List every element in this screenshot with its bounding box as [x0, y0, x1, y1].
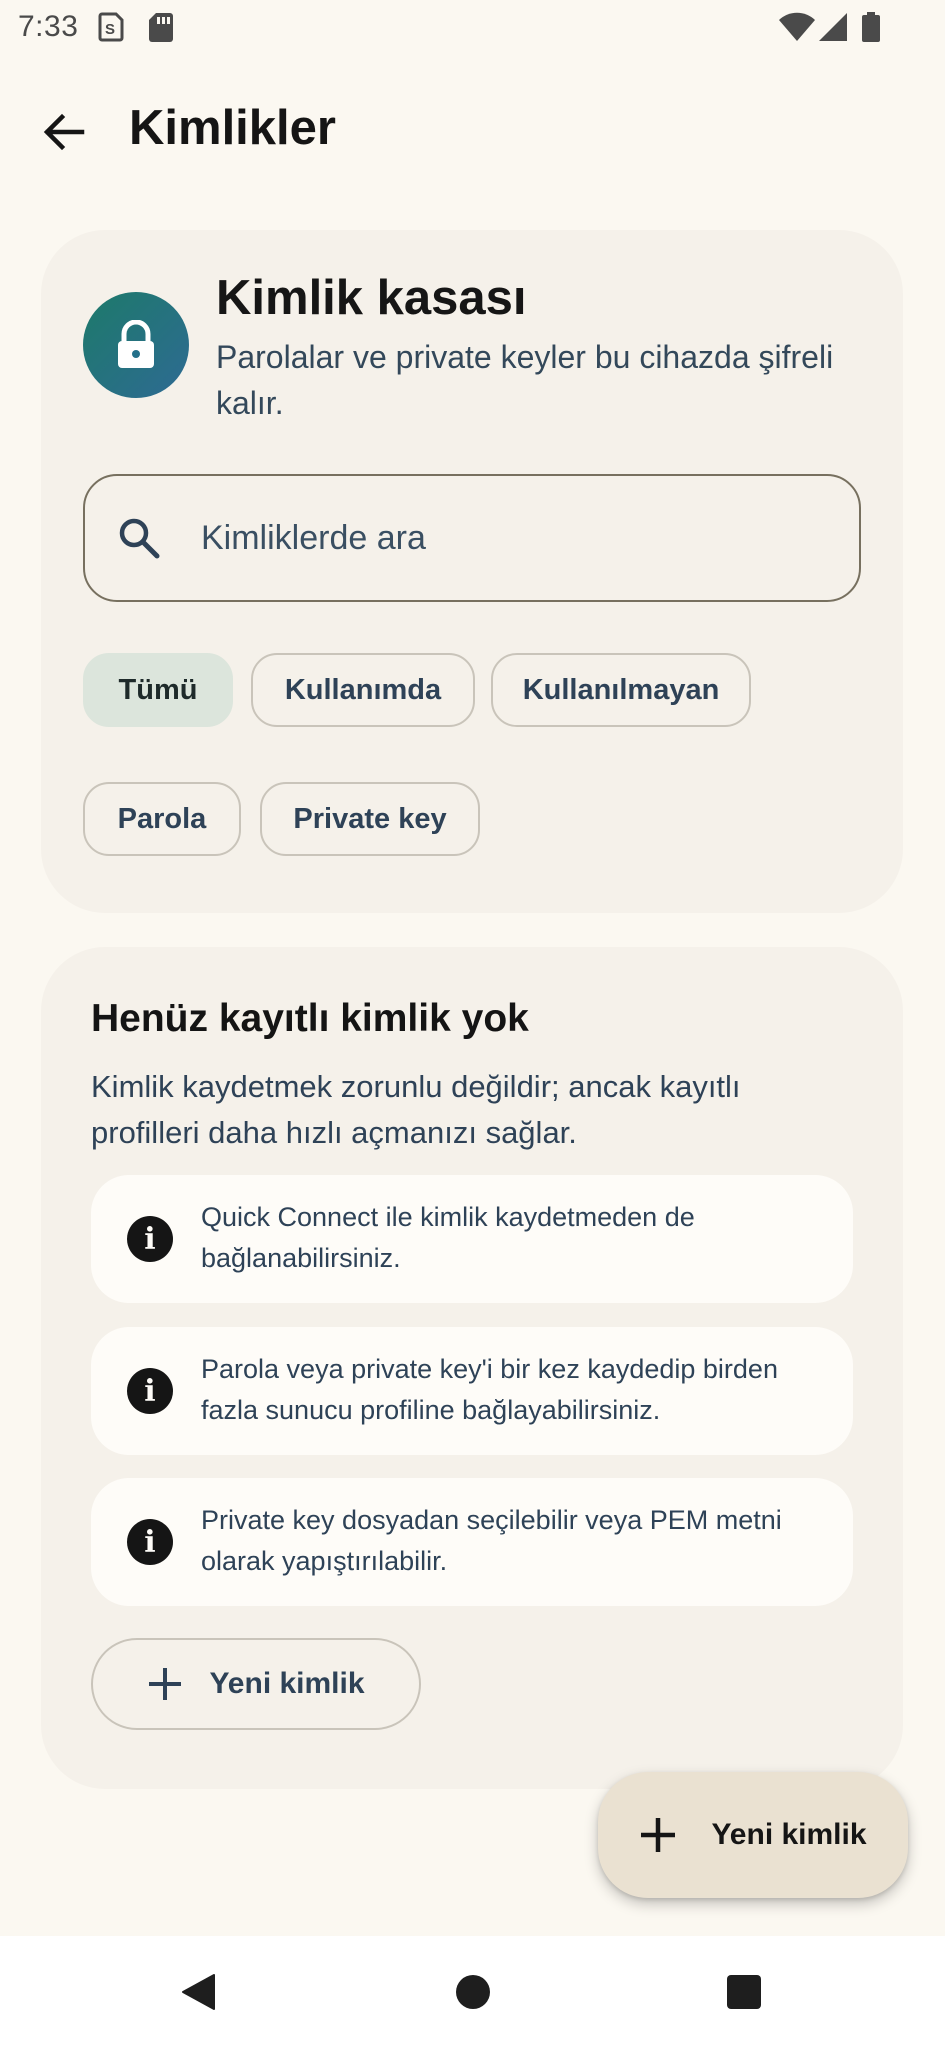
plus-icon — [641, 1818, 676, 1852]
new-identity-label: Yeni kimlik — [209, 1667, 365, 1700]
fab-label: Yeni kimlik — [711, 1818, 867, 1851]
info-tip: i Private key dosyadan seçilebilir veya … — [91, 1478, 853, 1606]
vault-card: Kimlik kasası Parolalar ve private keyle… — [41, 230, 903, 913]
filter-chip-private-key[interactable]: Private key — [260, 782, 480, 856]
chip-label: Private key — [293, 802, 447, 835]
back-button[interactable] — [30, 98, 98, 166]
filter-chip-password[interactable]: Parola — [83, 782, 241, 856]
info-icon: i — [127, 1368, 173, 1414]
chip-label: Tümü — [118, 673, 198, 706]
sim-icon: S — [98, 12, 126, 47]
status-bar: 7:33 S — [0, 0, 945, 56]
info-tip: i Parola veya private key'i bir kez kayd… — [91, 1327, 853, 1455]
chip-label: Parola — [117, 802, 207, 835]
empty-state-title: Henüz kayıtlı kimlik yok — [91, 997, 529, 1040]
new-identity-fab[interactable]: Yeni kimlik — [598, 1772, 908, 1898]
plus-icon — [149, 1668, 182, 1700]
nav-recents-icon — [727, 1975, 761, 2009]
battery-icon — [861, 12, 881, 47]
chip-label: Kullanımda — [284, 673, 442, 706]
nav-back-button[interactable] — [170, 1964, 226, 2020]
page-title: Kimlikler — [129, 101, 336, 155]
new-identity-button[interactable]: Yeni kimlik — [91, 1638, 421, 1730]
sd-card-icon — [148, 12, 174, 47]
nav-home-icon — [456, 1975, 490, 2009]
nav-recents-button[interactable] — [716, 1964, 772, 2020]
identities-screen: 7:33 S Kimlikler Kimlik kasası Parolalar… — [0, 0, 945, 2048]
wifi-icon — [778, 12, 816, 47]
arrow-back-icon — [43, 113, 85, 151]
info-tip-text: Parola veya private key'i bir kez kayded… — [201, 1354, 778, 1425]
system-nav-bar — [0, 1936, 945, 2048]
empty-state-description: Kimlik kaydetmek zorunlu değildir; ancak… — [91, 1069, 741, 1150]
filter-chip-all[interactable]: Tümü — [83, 653, 233, 727]
filter-chip-unused[interactable]: Kullanılmayan — [491, 653, 751, 727]
search-icon — [115, 514, 163, 562]
lock-icon — [118, 320, 154, 368]
svg-text:S: S — [105, 21, 115, 38]
search-field[interactable] — [83, 474, 861, 602]
filter-chip-in-use[interactable]: Kullanımda — [251, 653, 475, 727]
vault-subtitle: Parolalar ve private keyler bu cihazda ş… — [216, 339, 834, 421]
nav-back-icon — [182, 1974, 215, 2010]
info-tip-text: Private key dosyadan seçilebilir veya PE… — [201, 1505, 782, 1576]
info-icon: i — [127, 1216, 173, 1262]
info-tip-text: Quick Connect ile kimlik kaydetmeden de … — [201, 1202, 695, 1273]
info-icon: i — [127, 1519, 173, 1565]
signal-icon — [818, 12, 848, 47]
info-tip: i Quick Connect ile kimlik kaydetmeden d… — [91, 1175, 853, 1303]
vault-title: Kimlik kasası — [216, 271, 527, 325]
status-time: 7:33 — [18, 10, 79, 43]
app-bar: Kimlikler — [0, 80, 945, 176]
empty-state-card: Henüz kayıtlı kimlik yok Kimlik kaydetme… — [41, 947, 903, 1789]
nav-home-button[interactable] — [445, 1964, 501, 2020]
chip-label: Kullanılmayan — [522, 673, 720, 706]
search-input[interactable] — [201, 506, 821, 570]
vault-avatar — [83, 292, 189, 398]
